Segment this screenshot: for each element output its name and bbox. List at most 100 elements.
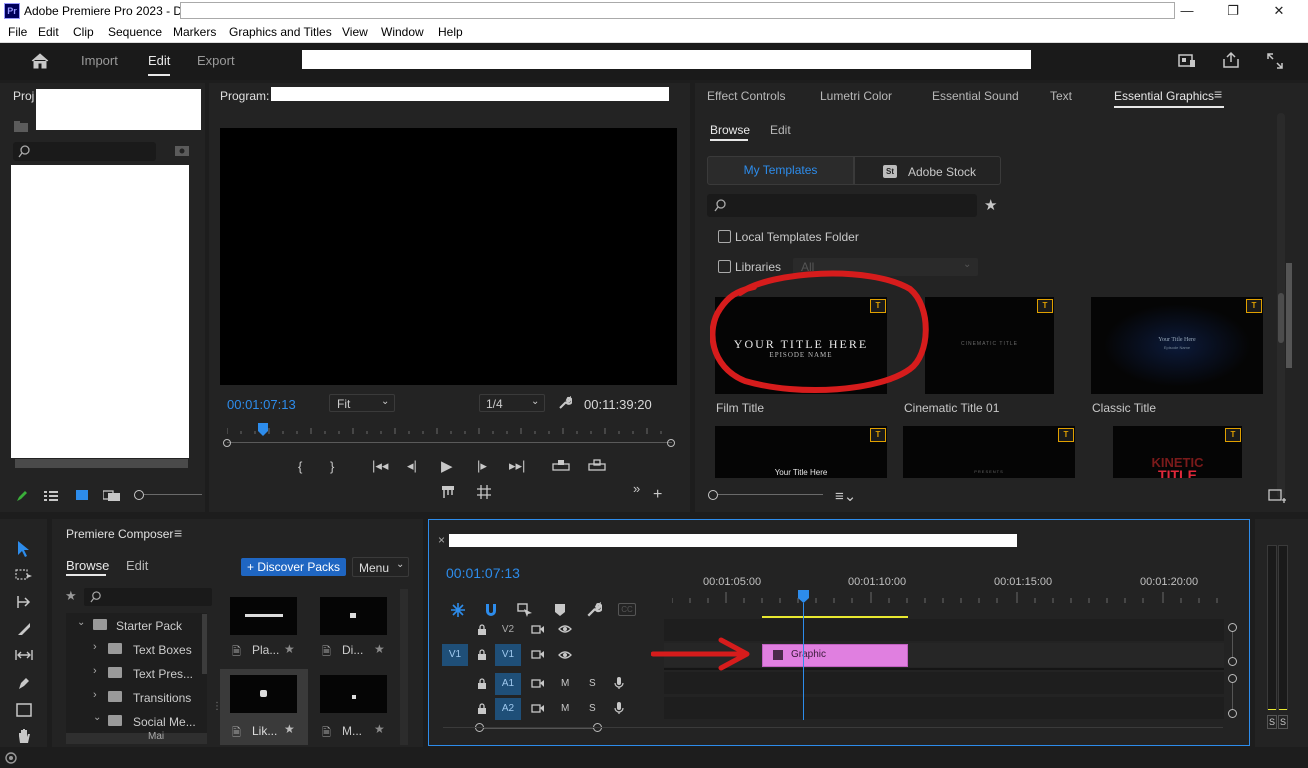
tree-scrollbar[interactable] — [202, 614, 207, 674]
hand-tool-icon[interactable] — [16, 728, 32, 744]
menu-clip[interactable]: Clip — [73, 25, 94, 39]
minimize-button[interactable]: — — [1164, 0, 1210, 22]
program-playhead-marker[interactable] — [258, 423, 268, 437]
sort-menu-icon[interactable]: ≡⌄ — [835, 487, 856, 505]
safe-margins-icon[interactable] — [477, 485, 491, 499]
menu-window[interactable]: Window — [381, 25, 424, 39]
solo-button[interactable]: S — [589, 703, 596, 714]
go-to-in-icon[interactable]: |◂◂ — [372, 458, 388, 474]
captions-icon[interactable]: CC — [618, 603, 636, 616]
horizontal-scroll-track[interactable] — [443, 727, 1223, 728]
go-to-out-icon[interactable]: ▸▸| — [509, 458, 525, 474]
program-viewer[interactable] — [220, 128, 677, 385]
workspace-tab-import[interactable]: Import — [81, 53, 118, 68]
microphone-icon[interactable] — [614, 676, 624, 690]
composer-tab-edit[interactable]: Edit — [126, 558, 148, 573]
tree-item-text-presets[interactable]: › Text Pres... — [66, 662, 207, 684]
tab-text[interactable]: Text — [1050, 89, 1072, 103]
nest-sequence-icon[interactable] — [450, 602, 466, 618]
extract-icon[interactable] — [587, 459, 607, 473]
export-frame-icon[interactable] — [441, 485, 455, 499]
selection-tool-icon[interactable] — [16, 540, 32, 558]
zoom-slider-handle[interactable] — [134, 490, 144, 500]
eg-tab-browse[interactable]: Browse — [710, 123, 750, 137]
slip-tool-icon[interactable] — [14, 648, 34, 662]
razor-tool-icon[interactable] — [16, 621, 32, 637]
maximize-button[interactable]: ❐ — [1210, 0, 1256, 22]
favorites-star-icon[interactable]: ★ — [984, 196, 997, 214]
share-icon[interactable] — [1222, 51, 1240, 69]
workspace-tab-export[interactable]: Export — [197, 53, 235, 68]
composer-search-input[interactable] — [84, 588, 212, 606]
composer-item[interactable]: 🗎 M... ★ — [314, 669, 398, 745]
track-name-v1[interactable]: V1 — [495, 644, 521, 666]
track-name-v2[interactable]: V2 — [495, 619, 521, 641]
icon-view-icon[interactable] — [75, 489, 89, 501]
favorite-star-icon[interactable]: ★ — [284, 722, 295, 736]
workspace-tab-edit[interactable]: Edit — [148, 53, 171, 76]
zoom-slider-track[interactable] — [144, 494, 202, 495]
close-window-button[interactable]: ✕ — [1256, 0, 1302, 22]
tab-essential-graphics[interactable]: Essential Graphics — [1114, 89, 1214, 103]
local-templates-checkbox[interactable] — [718, 230, 731, 243]
eg-tab-edit[interactable]: Edit — [770, 123, 791, 137]
tree-item-main[interactable]: Mai — [66, 731, 207, 744]
solo-button[interactable]: S — [589, 678, 596, 689]
vertical-scroll-track[interactable] — [1232, 632, 1233, 657]
lock-icon[interactable] — [477, 703, 487, 715]
sync-lock-icon[interactable] — [531, 703, 545, 714]
lock-icon[interactable] — [477, 624, 487, 636]
template-thumbnail-cinematic-title[interactable]: CINEMATIC TITLE T — [925, 297, 1054, 394]
panel-menu-icon[interactable]: ≡ — [174, 525, 182, 541]
project-tab[interactable]: Proj — [13, 89, 34, 103]
favorite-star-icon[interactable]: ★ — [374, 722, 385, 736]
vertical-zoom-handle[interactable] — [1228, 657, 1237, 666]
eg-scrollbar[interactable] — [1277, 113, 1285, 498]
favorites-star-icon[interactable]: ★ — [65, 588, 77, 604]
quick-export-icon[interactable] — [1178, 53, 1196, 69]
template-thumbnail-presents[interactable]: PRESENTS T — [903, 426, 1075, 478]
eye-icon[interactable] — [558, 649, 572, 661]
composer-items-scrollbar[interactable] — [400, 589, 408, 745]
lock-icon[interactable] — [477, 649, 487, 661]
zoom-fit-select[interactable]: Fit ⌄ — [329, 394, 395, 412]
tree-item-social-media[interactable]: ⌄ Social Me... — [66, 710, 207, 732]
favorite-star-icon[interactable]: ★ — [284, 642, 295, 656]
composer-menu-select[interactable]: Menu ⌄ — [352, 557, 409, 577]
more-controls-icon[interactable]: » — [633, 481, 640, 496]
menu-view[interactable]: View — [342, 25, 368, 39]
rectangle-tool-icon[interactable] — [16, 703, 32, 717]
background-tasks-icon[interactable] — [4, 751, 18, 765]
track-name-a1[interactable]: A1 — [495, 673, 521, 695]
composer-item[interactable]: 🗎 Di... ★ — [314, 593, 398, 665]
menu-help[interactable]: Help — [438, 25, 463, 39]
vertical-zoom-handle[interactable] — [1228, 709, 1237, 718]
timeline-settings-wrench-icon[interactable] — [586, 602, 602, 618]
playhead-timecode[interactable]: 00:01:07:13 — [227, 397, 296, 412]
eg-scrollbar-thumb[interactable] — [1278, 293, 1284, 343]
lift-icon[interactable] — [551, 459, 571, 473]
tab-lumetri-color[interactable]: Lumetri Color — [820, 89, 892, 103]
thumbnail-size-slider[interactable] — [718, 494, 823, 495]
solo-right-button[interactable]: S — [1278, 715, 1288, 729]
menu-edit[interactable]: Edit — [38, 25, 59, 39]
project-scrollbar[interactable] — [15, 459, 188, 468]
snap-magnet-icon[interactable] — [484, 602, 498, 618]
step-forward-icon[interactable]: |▸ — [477, 458, 487, 474]
vertical-zoom-handle[interactable] — [1228, 623, 1237, 632]
source-patch-v1[interactable]: V1 — [442, 644, 468, 666]
composer-item-selected[interactable]: 🗎 Lik... ★ — [220, 669, 308, 745]
thumbnail-size-handle[interactable] — [708, 490, 718, 500]
sync-lock-icon[interactable] — [531, 649, 545, 660]
sync-lock-icon[interactable] — [531, 624, 545, 635]
program-scrubber-track[interactable] — [227, 442, 672, 443]
list-view-icon[interactable] — [44, 490, 58, 502]
template-search-input[interactable] — [707, 194, 977, 217]
favorite-star-icon[interactable]: ★ — [374, 642, 385, 656]
step-back-icon[interactable]: ◂| — [407, 458, 417, 474]
solo-left-button[interactable]: S — [1267, 715, 1277, 729]
pencil-icon[interactable] — [15, 489, 29, 503]
composer-item[interactable]: 🗎 Pla... ★ — [224, 593, 308, 665]
panel-menu-icon[interactable]: ≡ — [1214, 86, 1222, 102]
composer-tab-browse[interactable]: Browse — [66, 558, 109, 573]
